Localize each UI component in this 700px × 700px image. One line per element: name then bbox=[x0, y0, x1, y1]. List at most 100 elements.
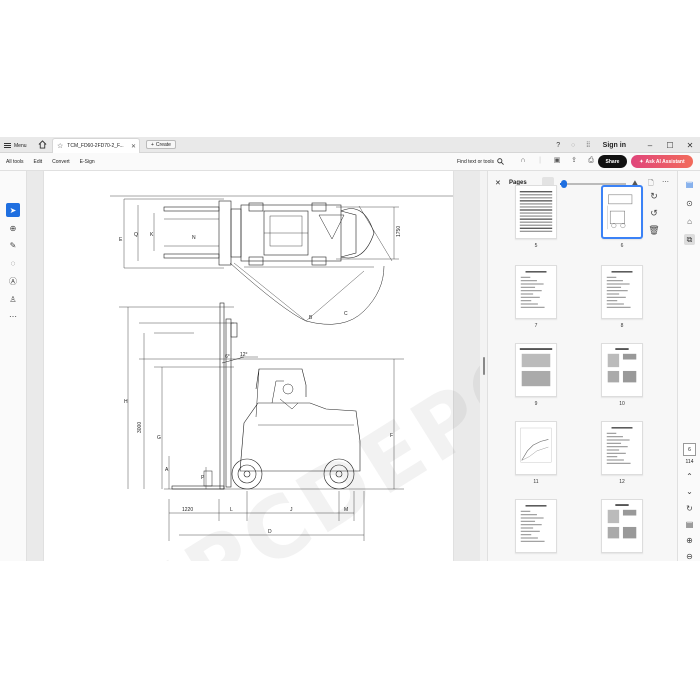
refresh-icon[interactable]: ↻ bbox=[684, 503, 695, 514]
notification-icon[interactable]: ○ bbox=[569, 141, 578, 150]
maximize-icon[interactable]: ☐ bbox=[660, 141, 680, 150]
dim-label-l: L bbox=[230, 507, 233, 513]
page-thumbnail[interactable] bbox=[601, 265, 643, 319]
find-label: Find text or tools bbox=[457, 158, 494, 165]
thumbnail-page-number: 9 bbox=[534, 401, 538, 407]
star-icon[interactable]: ☆ bbox=[57, 142, 63, 150]
page-thumbnail[interactable] bbox=[515, 265, 557, 319]
thumbnail-page-number: 8 bbox=[620, 323, 624, 329]
page-actions: ↻ ↺ 🗑 bbox=[646, 191, 662, 251]
menu-all-tools[interactable]: All tools bbox=[6, 159, 24, 165]
ai-assistant-label: Ask AI Assistant bbox=[645, 158, 685, 165]
page-thumbnail[interactable] bbox=[515, 185, 557, 239]
thumbnail-page-number: 11 bbox=[533, 479, 539, 485]
select-tool-icon[interactable]: ➤ bbox=[6, 203, 20, 217]
close-panel-icon[interactable]: ✕ bbox=[495, 179, 501, 187]
dim-label-d: D bbox=[268, 529, 272, 535]
search-icon bbox=[497, 158, 504, 165]
page-thumbnail[interactable] bbox=[515, 343, 557, 397]
dim-label-b: B bbox=[309, 315, 313, 321]
title-bar: Menu ☆ TCM_FD60-2FD70-2_F... ✕ + Create … bbox=[0, 137, 700, 153]
page-settings-icon[interactable]: ▤ bbox=[684, 519, 695, 530]
ai-summary-icon[interactable]: ▤ bbox=[684, 179, 695, 190]
rotate-clockwise-icon[interactable]: ↻ bbox=[650, 191, 658, 202]
sign-in-button[interactable]: Sign in bbox=[603, 142, 626, 149]
dim-label-g: G bbox=[157, 435, 161, 441]
comment-icon[interactable]: ⊙ bbox=[684, 198, 695, 209]
more-tools-icon[interactable]: ⋯ bbox=[6, 309, 20, 323]
page-thumbnail[interactable] bbox=[601, 499, 643, 553]
current-page-input[interactable]: 6 bbox=[683, 443, 696, 456]
thumbnail-page-number: 7 bbox=[534, 323, 538, 329]
more-options-icon[interactable]: ⋯ bbox=[662, 178, 669, 186]
thumbnail-preview bbox=[519, 191, 553, 232]
save-icon[interactable]: ▣ bbox=[553, 157, 561, 165]
zoom-out-icon[interactable]: ⊖ bbox=[684, 551, 695, 561]
title-bar-right: ? ○ ⁞⁞ Sign in – ☐ ✕ bbox=[554, 137, 700, 153]
thumbnail-preview bbox=[607, 504, 637, 539]
bookmarks-icon[interactable]: ⌂ bbox=[684, 216, 695, 227]
share-button[interactable]: Share bbox=[598, 155, 627, 168]
home-icon[interactable] bbox=[38, 140, 47, 149]
minimize-icon[interactable]: – bbox=[640, 141, 660, 150]
thumbnail-page-number: 6 bbox=[620, 243, 624, 249]
print-icon[interactable]: ⎙ bbox=[587, 157, 595, 165]
page-thumbnail[interactable] bbox=[601, 185, 643, 239]
tilt-label-forward: 6° bbox=[225, 354, 230, 360]
dim-label-e: E bbox=[119, 237, 123, 243]
pages-thumbnails-icon[interactable]: ⧉ bbox=[684, 234, 695, 245]
dim-label-f: F bbox=[390, 433, 393, 439]
document-viewport[interactable]: E Q K N 1750 B C 6° 12° H 3000 G F A P 1… bbox=[27, 171, 480, 561]
close-tab-icon[interactable]: ✕ bbox=[131, 143, 136, 150]
menu-convert[interactable]: Convert bbox=[52, 159, 70, 165]
zoom-tool-icon[interactable]: ⊕ bbox=[6, 221, 20, 235]
acrobat-window: Menu ☆ TCM_FD60-2FD70-2_F... ✕ + Create … bbox=[0, 137, 700, 561]
left-tool-rail: ➤ ⊕ ✎ ◌ Ⓐ ♙ ⋯ bbox=[0, 171, 27, 561]
dim-label-j: J bbox=[290, 507, 293, 513]
dim-label-1750: 1750 bbox=[396, 226, 402, 237]
create-label: Create bbox=[155, 141, 171, 148]
next-page-icon[interactable]: ⌄ bbox=[684, 486, 695, 497]
tilt-label-backward: 12° bbox=[240, 352, 248, 358]
create-button[interactable]: + Create bbox=[146, 140, 176, 149]
ai-assistant-button[interactable]: ✦ Ask AI Assistant bbox=[631, 155, 693, 168]
plus-icon: + bbox=[151, 141, 154, 148]
thumbnail-page-number: 10 bbox=[619, 401, 625, 407]
draw-lasso-icon[interactable]: ◌ bbox=[6, 256, 20, 270]
thumbnail-preview bbox=[519, 348, 553, 387]
document-tab[interactable]: ☆ TCM_FD60-2FD70-2_F... ✕ bbox=[52, 138, 140, 153]
thumbnail-preview bbox=[607, 348, 637, 383]
apps-grid-icon[interactable]: ⁞⁞ bbox=[584, 141, 593, 150]
slider-knob[interactable] bbox=[560, 180, 567, 188]
text-box-icon[interactable]: Ⓐ bbox=[6, 274, 20, 288]
menu-esign[interactable]: E-Sign bbox=[80, 159, 95, 165]
menu-edit[interactable]: Edit bbox=[34, 159, 43, 165]
insert-page-icon[interactable]: 🗋 bbox=[648, 179, 654, 190]
thumbnail-preview bbox=[606, 271, 633, 308]
page-thumbnail[interactable] bbox=[515, 499, 557, 553]
read-aloud-icon[interactable]: ∩ bbox=[519, 157, 527, 165]
menu-button[interactable]: Menu bbox=[4, 141, 27, 150]
rotate-counterclockwise-icon[interactable]: ↺ bbox=[650, 208, 658, 219]
zoom-in-icon[interactable]: ⊕ bbox=[684, 535, 695, 546]
find-text-or-tools[interactable]: Find text or tools bbox=[457, 158, 504, 165]
help-icon[interactable]: ? bbox=[554, 141, 563, 150]
tab-title: TCM_FD60-2FD70-2_F... bbox=[67, 143, 124, 149]
thumbnail-preview bbox=[607, 194, 633, 230]
splitter-grip[interactable] bbox=[483, 357, 485, 375]
top-menus: All tools Edit Convert E-Sign bbox=[6, 159, 95, 165]
page-thumbnail[interactable] bbox=[601, 343, 643, 397]
right-rail: ▤ ⊙ ⌂ ⧉ 6 114 ⌃ ⌄ ↻ ▤ ⊕ ⊖ bbox=[677, 171, 700, 561]
page-thumbnail[interactable] bbox=[515, 421, 557, 475]
page-thumbnail[interactable] bbox=[601, 421, 643, 475]
dim-label-h: H bbox=[124, 399, 128, 405]
delete-page-icon[interactable]: 🗑 bbox=[648, 225, 659, 236]
highlight-pen-icon[interactable]: ✎ bbox=[6, 238, 20, 252]
stamp-icon[interactable]: ♙ bbox=[6, 292, 20, 306]
dim-label-a: A bbox=[165, 467, 169, 473]
dim-label-3000: 3000 bbox=[137, 422, 143, 433]
toolbar-icons: ∩ | ▣ ⇪ ⎙ bbox=[519, 157, 595, 165]
previous-page-icon[interactable]: ⌃ bbox=[684, 471, 695, 482]
close-window-icon[interactable]: ✕ bbox=[680, 141, 700, 150]
upload-icon[interactable]: ⇪ bbox=[570, 157, 578, 165]
